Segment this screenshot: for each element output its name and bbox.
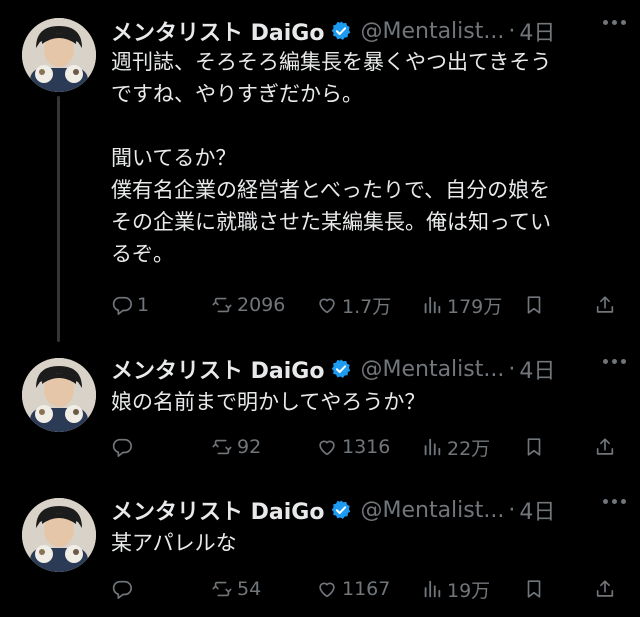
display-name[interactable]: メンタリスト DaiGo (111, 15, 324, 47)
handle[interactable]: @Mentalist... (360, 498, 504, 523)
timestamp[interactable]: 4日 (519, 15, 555, 47)
tweet-header: メンタリスト DaiGo @Mentalist... · 4日 (111, 15, 626, 47)
tweet-text: 娘の名前まで明かしてやろうか？ (111, 390, 426, 414)
tweet-header: メンタリスト DaiGo @Mentalist... · 4日 (111, 494, 626, 526)
views-icon (424, 296, 441, 314)
reply-count: 1 (137, 294, 150, 316)
retweet-icon (212, 439, 232, 455)
retweet-icon (212, 297, 232, 313)
action-bar: 92 1316 22万 (111, 432, 626, 462)
reply-icon (112, 438, 132, 457)
retweet-count: 54 (237, 578, 262, 600)
bookmark-button[interactable] (523, 432, 549, 462)
action-bar: 54 1167 19万 (111, 574, 626, 604)
timestamp[interactable]: 4日 (519, 494, 555, 526)
reply-button[interactable] (111, 432, 137, 462)
bookmark-button[interactable] (523, 290, 549, 320)
like-count: 1167 (342, 578, 391, 600)
tweet[interactable]: メンタリスト DaiGo @Mentalist... · 4日 某アパレルな 5… (0, 484, 640, 617)
separator-dot: · (508, 497, 516, 523)
retweet-button[interactable]: 2096 (211, 290, 285, 320)
reply-button[interactable]: 1 (111, 290, 149, 320)
verified-badge-icon (332, 500, 351, 519)
like-icon (319, 582, 335, 598)
bookmark-icon (527, 296, 541, 314)
views-button[interactable]: 22万 (421, 432, 490, 462)
share-icon (596, 580, 614, 597)
retweet-icon (212, 581, 232, 597)
more-icon[interactable] (603, 20, 626, 25)
tweet-header: メンタリスト DaiGo @Mentalist... · 4日 (111, 353, 626, 385)
separator-dot: · (508, 356, 516, 382)
share-button[interactable] (594, 574, 620, 604)
retweet-count: 2096 (237, 294, 286, 316)
views-count: 22万 (447, 437, 491, 460)
share-icon (596, 438, 614, 455)
avatar[interactable] (22, 358, 96, 432)
retweet-button[interactable]: 92 (211, 432, 261, 462)
like-button[interactable]: 1316 (316, 432, 390, 462)
action-bar: 1 2096 1.7万 179万 (111, 290, 626, 320)
avatar[interactable] (22, 498, 96, 572)
timestamp[interactable]: 4日 (519, 353, 555, 385)
verified-badge-icon (332, 359, 351, 378)
bookmark-icon (527, 438, 541, 456)
thread-line (57, 96, 60, 342)
views-count: 19万 (447, 579, 491, 602)
tweet[interactable]: メンタリスト DaiGo @Mentalist... · 4日 週刊誌、そろそろ… (0, 0, 640, 342)
bookmark-icon (527, 580, 541, 598)
share-button[interactable] (594, 290, 620, 320)
more-icon[interactable] (603, 499, 626, 504)
reply-button[interactable] (111, 574, 137, 604)
handle[interactable]: @Mentalist... (360, 357, 504, 382)
views-count: 179万 (447, 295, 503, 318)
bookmark-button[interactable] (523, 574, 549, 604)
tweet-text: 週刊誌、そろそろ編集長を暴くやつ出てきそう ですね、やりすぎだから。 聞いてるか… (111, 50, 552, 266)
like-count: 1316 (342, 436, 391, 458)
like-button[interactable]: 1167 (316, 574, 390, 604)
like-count: 1.7万 (342, 295, 392, 318)
views-icon (424, 438, 441, 456)
verified-badge-icon (332, 21, 351, 40)
more-icon[interactable] (603, 359, 626, 364)
tweet-text: 某アパレルな (111, 531, 237, 555)
display-name[interactable]: メンタリスト DaiGo (111, 353, 324, 385)
separator-dot: · (508, 18, 516, 44)
reply-icon (112, 580, 132, 599)
views-button[interactable]: 179万 (421, 290, 502, 320)
views-button[interactable]: 19万 (421, 574, 490, 604)
reply-icon (112, 296, 132, 315)
avatar[interactable] (22, 18, 96, 92)
display-name[interactable]: メンタリスト DaiGo (111, 494, 324, 526)
share-icon (596, 296, 614, 313)
like-icon (319, 298, 335, 314)
tweet[interactable]: メンタリスト DaiGo @Mentalist... · 4日 娘の名前まで明か… (0, 342, 640, 484)
share-button[interactable] (594, 432, 620, 462)
views-icon (424, 580, 441, 598)
retweet-button[interactable]: 54 (211, 574, 261, 604)
handle[interactable]: @Mentalist... (360, 19, 504, 44)
like-button[interactable]: 1.7万 (316, 290, 391, 320)
like-icon (319, 440, 335, 456)
retweet-count: 92 (237, 436, 262, 458)
